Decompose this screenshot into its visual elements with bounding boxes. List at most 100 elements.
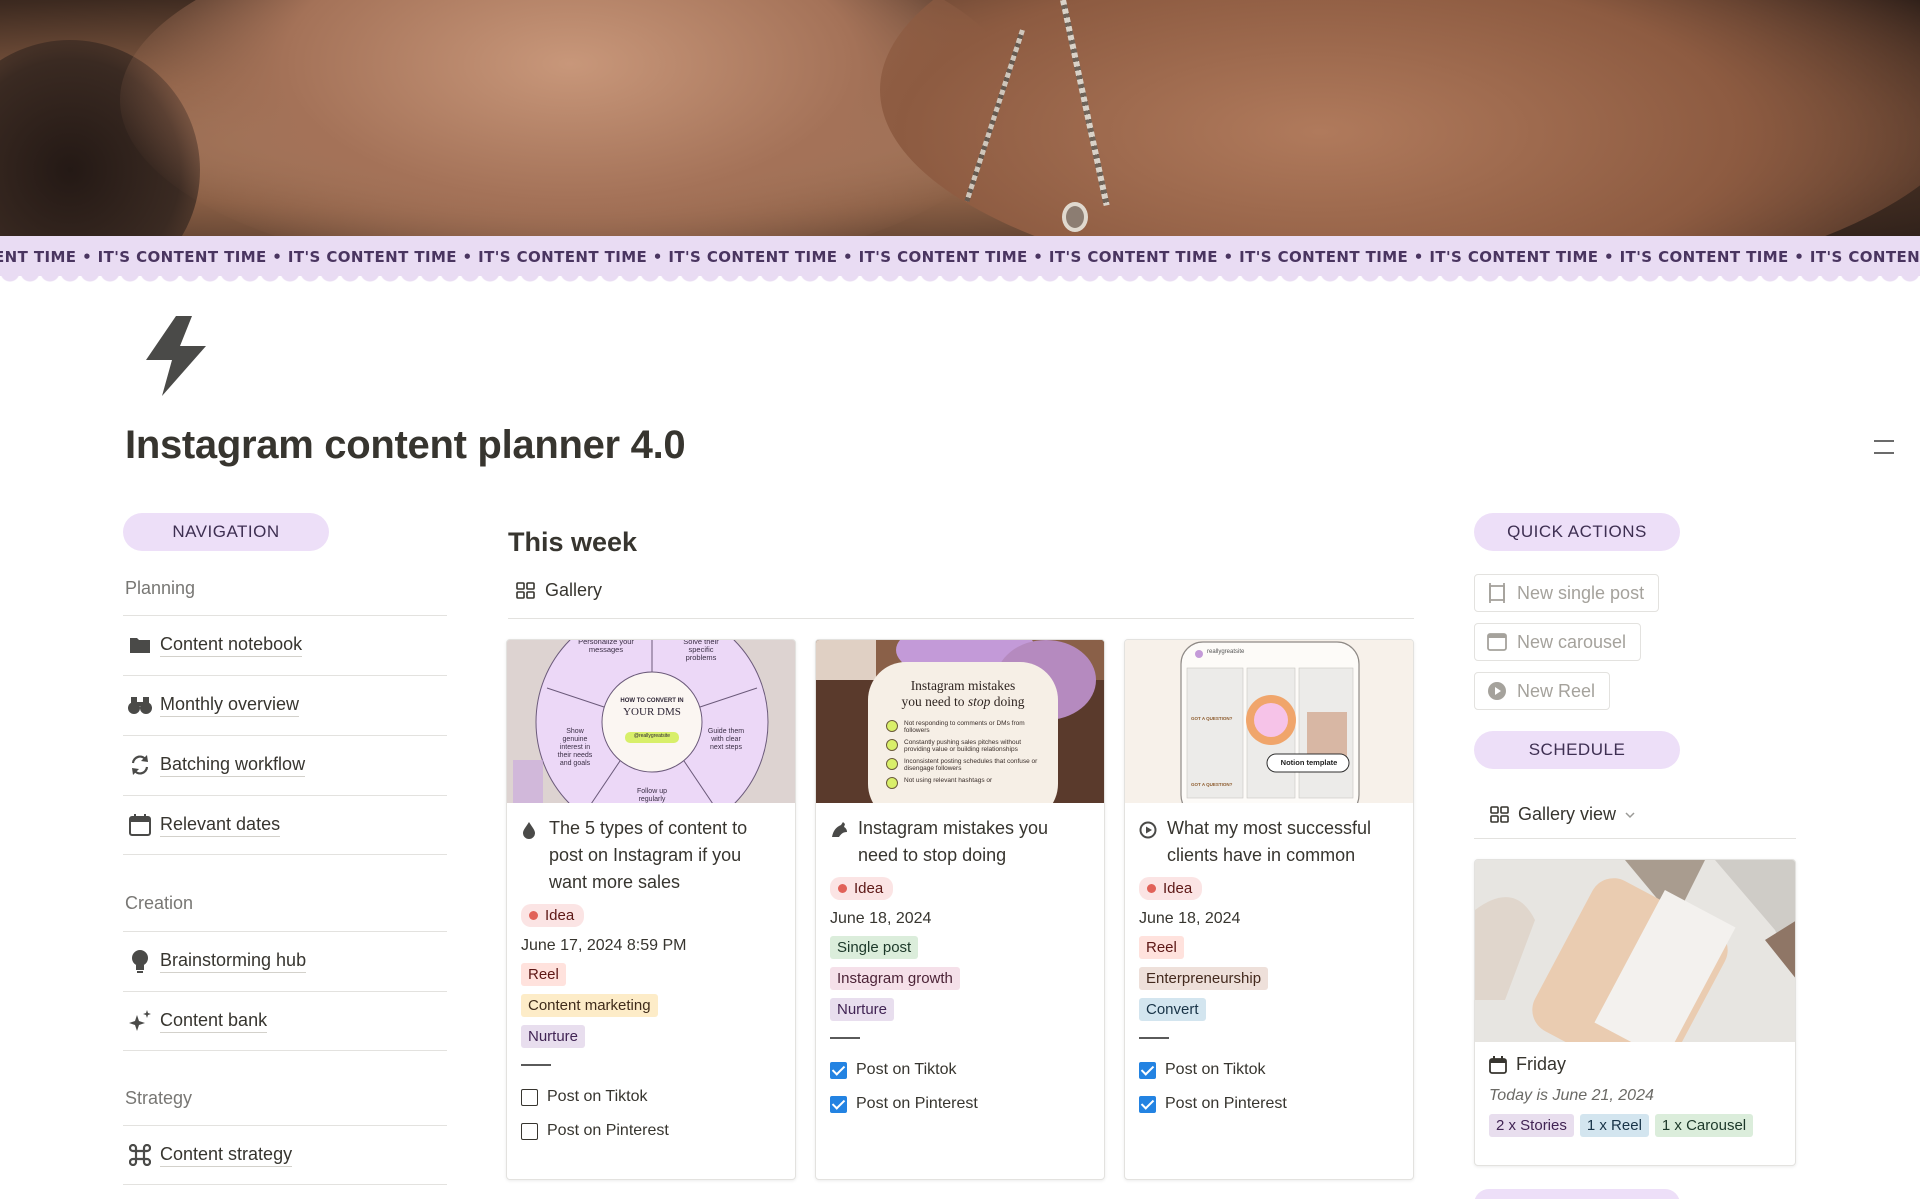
quick-actions-pill: QUICK ACTIONS bbox=[1474, 513, 1680, 551]
topic-tag: Enterpreneurship bbox=[1139, 967, 1269, 990]
format-tag: Reel bbox=[521, 963, 566, 986]
thumb-text: GOT A QUESTION? bbox=[1191, 782, 1233, 787]
format-tag: Single post bbox=[830, 936, 919, 959]
checkbox[interactable] bbox=[521, 1122, 538, 1140]
status-text: Idea bbox=[854, 880, 884, 897]
button-label: New single post bbox=[1517, 582, 1645, 603]
nav-item-batching-workflow[interactable]: Batching workflow bbox=[123, 735, 447, 794]
content-card[interactable]: Instagram mistakes you need to stop doin… bbox=[815, 639, 1105, 1180]
nav-item-content-notebook[interactable]: Content notebook bbox=[123, 615, 447, 674]
frame-icon bbox=[1487, 583, 1507, 603]
card-title-text: The 5 types of content to post on Instag… bbox=[549, 818, 748, 892]
command-icon bbox=[128, 1143, 152, 1167]
cover-image bbox=[0, 0, 1920, 236]
card-cover-mistakes: Instagram mistakes you need to stop doin… bbox=[816, 640, 1104, 803]
card-title: Instagram mistakes you need to stop doin… bbox=[830, 815, 1090, 869]
thumb-text: GOT A QUESTION? bbox=[1191, 716, 1233, 721]
checkbox-label: Post on Pinterest bbox=[547, 1122, 669, 1139]
checkbox[interactable] bbox=[521, 1088, 538, 1106]
checkbox-row[interactable]: Post on Pinterest bbox=[830, 1087, 1090, 1121]
thumb-text: Instagram mistakes bbox=[910, 678, 1016, 693]
card-date: June 18, 2024 bbox=[1139, 910, 1241, 927]
page-title: Instagram content planner 4.0 bbox=[125, 423, 686, 467]
checkbox[interactable] bbox=[830, 1095, 847, 1113]
checkbox[interactable] bbox=[1139, 1095, 1156, 1113]
status-badge: Idea bbox=[521, 904, 585, 927]
nav-divider bbox=[123, 854, 447, 855]
thumb-text: Personalize your messages bbox=[578, 640, 634, 654]
topic-tag: Content marketing bbox=[521, 994, 658, 1017]
card-date: June 18, 2024 bbox=[830, 910, 932, 927]
schedule-tag: 2 x Stories bbox=[1489, 1114, 1574, 1137]
collapse-icon[interactable] bbox=[1874, 440, 1894, 466]
new-single-post-button[interactable]: New single post bbox=[1474, 574, 1660, 612]
thumb-text: Notion template bbox=[1280, 758, 1338, 767]
play-circle-icon bbox=[1487, 681, 1507, 701]
checkbox[interactable] bbox=[830, 1061, 847, 1079]
nav-item-brainstorming-hub[interactable]: Brainstorming hub bbox=[123, 931, 447, 990]
status-text: Idea bbox=[1163, 880, 1193, 897]
checkbox-row[interactable]: Post on Tiktok bbox=[830, 1053, 1090, 1087]
nav-item-content-bank[interactable]: Content bank bbox=[123, 991, 447, 1050]
gallery-view-label: Gallery view bbox=[1518, 804, 1617, 824]
checkbox-row[interactable]: Post on Tiktok bbox=[521, 1080, 781, 1114]
schedule-card-title: Friday bbox=[1489, 1054, 1781, 1075]
thumb-text: Show genuine interest in their needs and… bbox=[557, 728, 593, 767]
next-section-pill bbox=[1474, 1189, 1680, 1199]
thumb-text: Solve their specific problems bbox=[683, 640, 719, 662]
nav-item-label: Batching workflow bbox=[160, 754, 306, 777]
status-badge: Idea bbox=[830, 877, 894, 900]
calendar-icon bbox=[128, 813, 152, 837]
topic-tag: Instagram growth bbox=[830, 967, 960, 990]
card-cover-clients: reallygreatsite Notion template GOT A QU… bbox=[1125, 640, 1413, 803]
nav-item-monthly-overview[interactable]: Monthly overview bbox=[123, 675, 447, 734]
checkbox-row[interactable]: Post on Tiktok bbox=[1139, 1053, 1399, 1087]
banner-text: ENT TIME • IT'S CONTENT TIME • IT'S CONT… bbox=[0, 248, 1920, 266]
content-card[interactable]: Personalize your messages Solve their sp… bbox=[506, 639, 796, 1180]
nav-item-label: Content strategy bbox=[160, 1144, 293, 1167]
lightning-bolt-icon[interactable] bbox=[140, 316, 212, 396]
thumb-text: Not responding to comments or DMs from f… bbox=[904, 720, 1025, 734]
this-week-heading: This week bbox=[508, 527, 638, 557]
checkbox-label: Post on Tiktok bbox=[547, 1088, 648, 1105]
schedule-card-subtitle: Today is June 21, 2024 bbox=[1489, 1087, 1654, 1104]
gallery-view-tab[interactable]: Gallery bbox=[516, 580, 602, 601]
schedule-tag: 1 x Reel bbox=[1579, 1114, 1649, 1137]
nav-item-label: Relevant dates bbox=[160, 814, 281, 837]
new-carousel-button[interactable]: New carousel bbox=[1474, 623, 1642, 661]
card-divider bbox=[521, 1064, 551, 1066]
nav-group-planning: Planning bbox=[125, 578, 196, 598]
checkbox-row[interactable]: Post on Pinterest bbox=[1139, 1087, 1399, 1121]
thumb-text: reallygreatsite bbox=[1207, 649, 1245, 655]
nav-group-creation: Creation bbox=[125, 893, 194, 913]
checkbox-label: Post on Tiktok bbox=[856, 1061, 957, 1078]
chevron-down-icon bbox=[1625, 811, 1635, 818]
play-circle-icon bbox=[1139, 815, 1159, 869]
checkbox[interactable] bbox=[1139, 1061, 1156, 1079]
nav-item-relevant-dates[interactable]: Relevant dates bbox=[123, 795, 447, 854]
card-title: What my most successful clients have in … bbox=[1139, 815, 1399, 869]
schedule-card-friday[interactable]: Friday Today is June 21, 2024 2 x Storie… bbox=[1474, 859, 1796, 1166]
button-label: New Reel bbox=[1517, 680, 1596, 701]
content-card[interactable]: reallygreatsite Notion template GOT A QU… bbox=[1124, 639, 1414, 1180]
card-divider bbox=[830, 1037, 860, 1039]
new-reel-button[interactable]: New Reel bbox=[1474, 672, 1611, 710]
button-label: New carousel bbox=[1517, 631, 1627, 652]
schedule-card-cover bbox=[1475, 860, 1795, 1042]
sparkles-icon bbox=[128, 1009, 152, 1033]
card-divider bbox=[1139, 1037, 1169, 1039]
mistake-list: Not responding to comments or DMs from f… bbox=[886, 720, 1046, 789]
nav-item-label: Brainstorming hub bbox=[160, 950, 307, 973]
calendar-icon bbox=[1489, 1055, 1507, 1074]
checkbox-row[interactable]: Post on Pinterest bbox=[521, 1114, 781, 1148]
scallop-border bbox=[0, 272, 1920, 284]
nav-divider bbox=[123, 1184, 447, 1185]
nav-item-content-strategy[interactable]: Content strategy bbox=[123, 1125, 447, 1184]
binoculars-icon bbox=[128, 693, 152, 717]
gallery-view-dropdown[interactable]: Gallery view bbox=[1490, 804, 1644, 825]
view-divider bbox=[1474, 838, 1796, 839]
nav-group-strategy: Strategy bbox=[125, 1088, 193, 1108]
thumb-text: YOUR DMS bbox=[623, 706, 681, 718]
card-title-text: What my most successful clients have in … bbox=[1167, 818, 1372, 865]
schedule-tag: 1 x Carousel bbox=[1654, 1114, 1754, 1137]
